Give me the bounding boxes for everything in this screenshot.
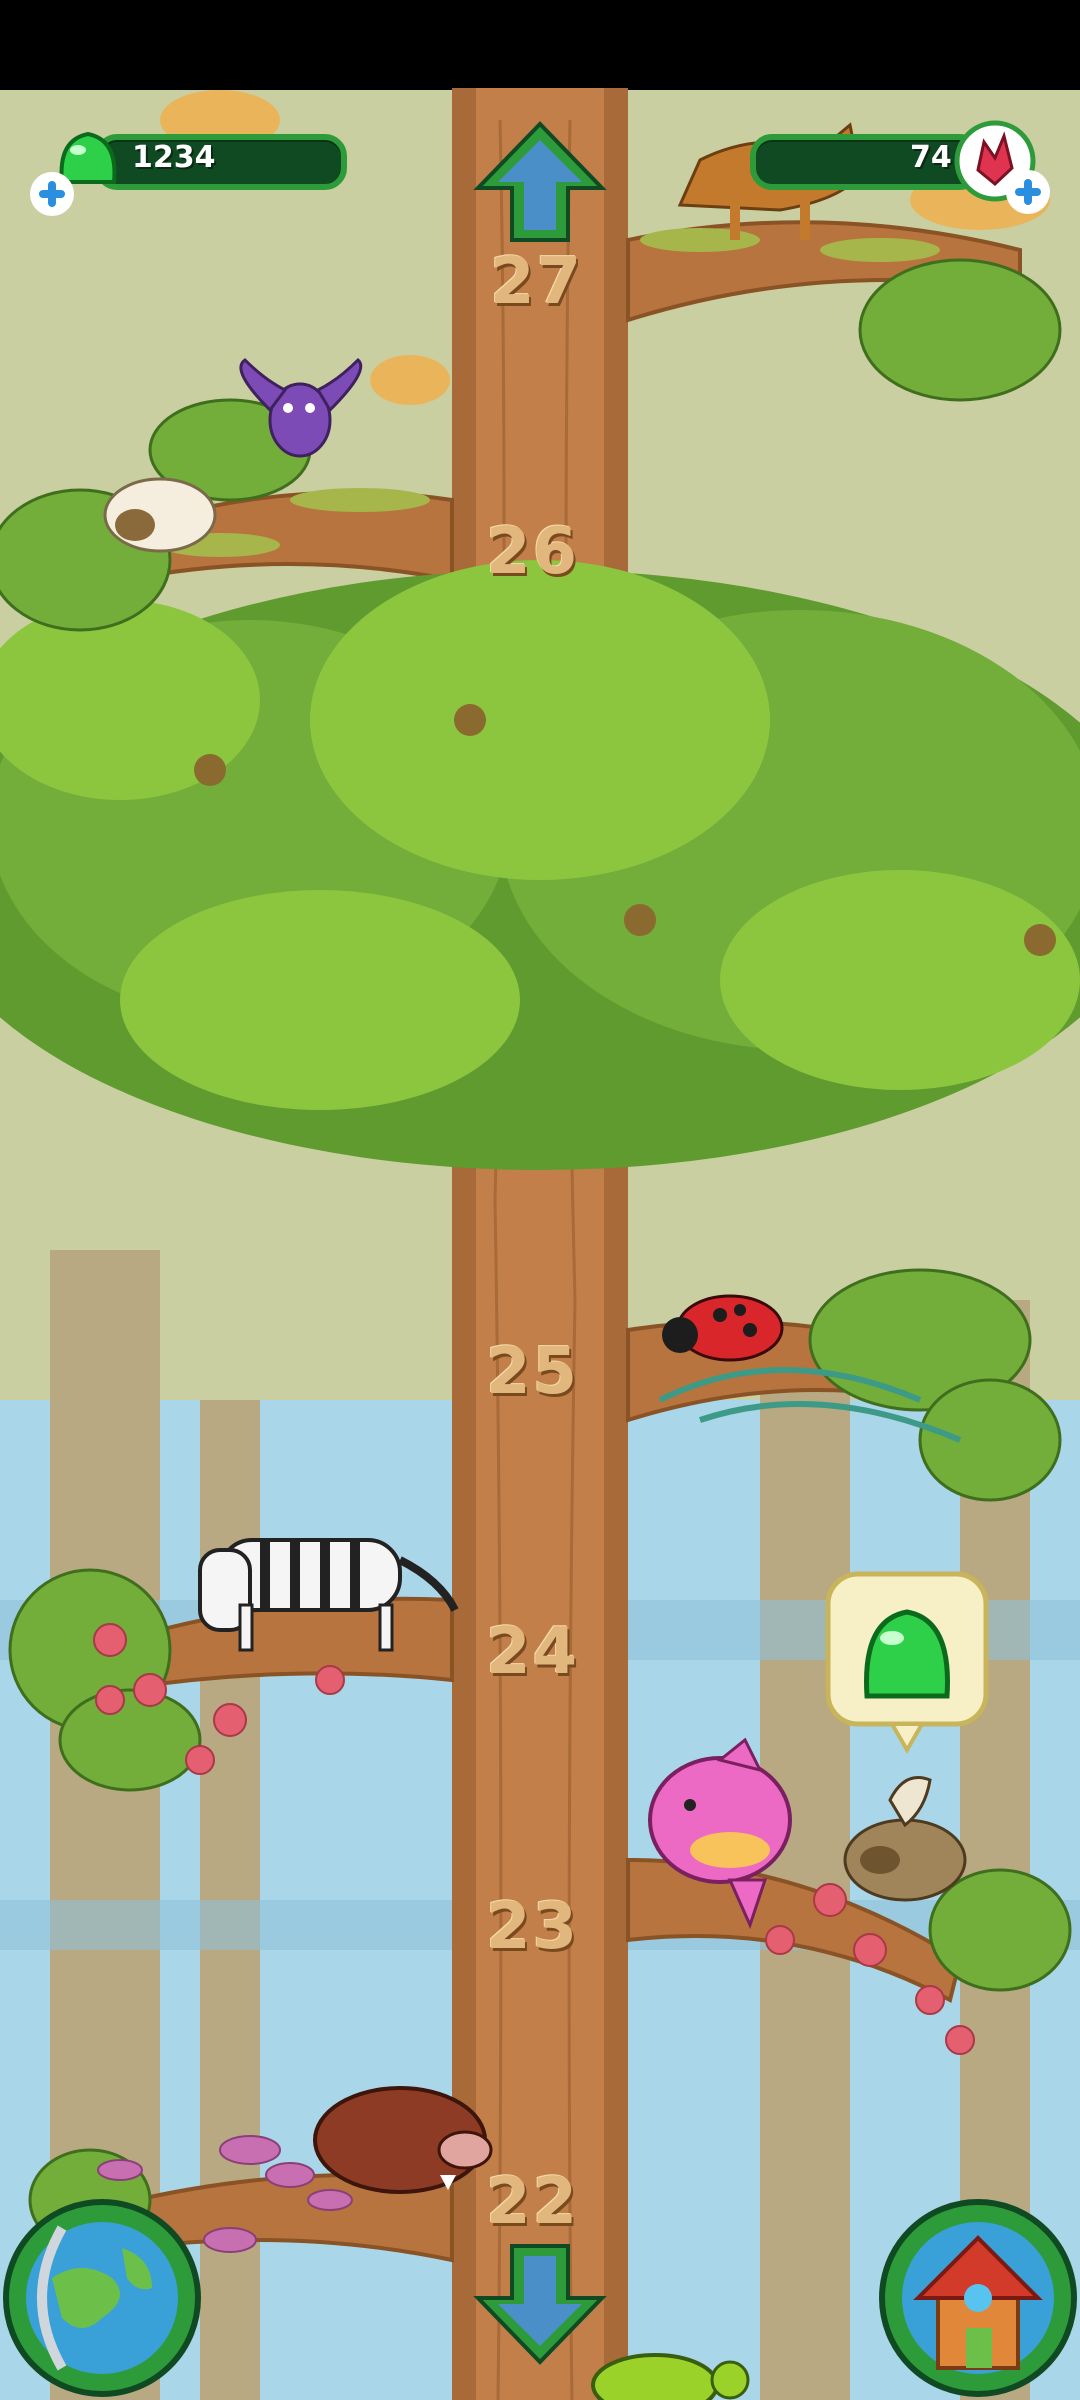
- floor-number-22: 22: [486, 2165, 580, 2239]
- arrow-down-icon[interactable]: [470, 2238, 610, 2368]
- status-bar-area: [0, 0, 1080, 90]
- arrow-up-icon[interactable]: [470, 118, 610, 248]
- house-icon[interactable]: [878, 2198, 1078, 2398]
- globe-icon[interactable]: [2, 2198, 202, 2398]
- canopy: [0, 560, 1080, 1170]
- jelly-count: 1234: [132, 140, 216, 175]
- floor-number-25: 25: [486, 1335, 580, 1409]
- floor-number-23: 23: [486, 1890, 580, 1964]
- animal-sleeping-sheep[interactable]: [103, 477, 217, 553]
- add-jelly-button[interactable]: [30, 172, 74, 216]
- tree-scene: [0, 0, 1080, 2400]
- gem-count: 74: [910, 140, 952, 175]
- reward-bubble[interactable]: [822, 1568, 992, 1758]
- tree-trunk: [452, 88, 628, 2400]
- floor-number-24: 24: [486, 1615, 580, 1689]
- animal-turtle[interactable]: [591, 2353, 750, 2400]
- floor-number-27: 27: [490, 245, 584, 319]
- add-gem-button[interactable]: [1006, 170, 1050, 214]
- game-screen: 27 26 25 24 23 22 1234 74: [0, 0, 1080, 2400]
- floor-number-26: 26: [486, 515, 580, 589]
